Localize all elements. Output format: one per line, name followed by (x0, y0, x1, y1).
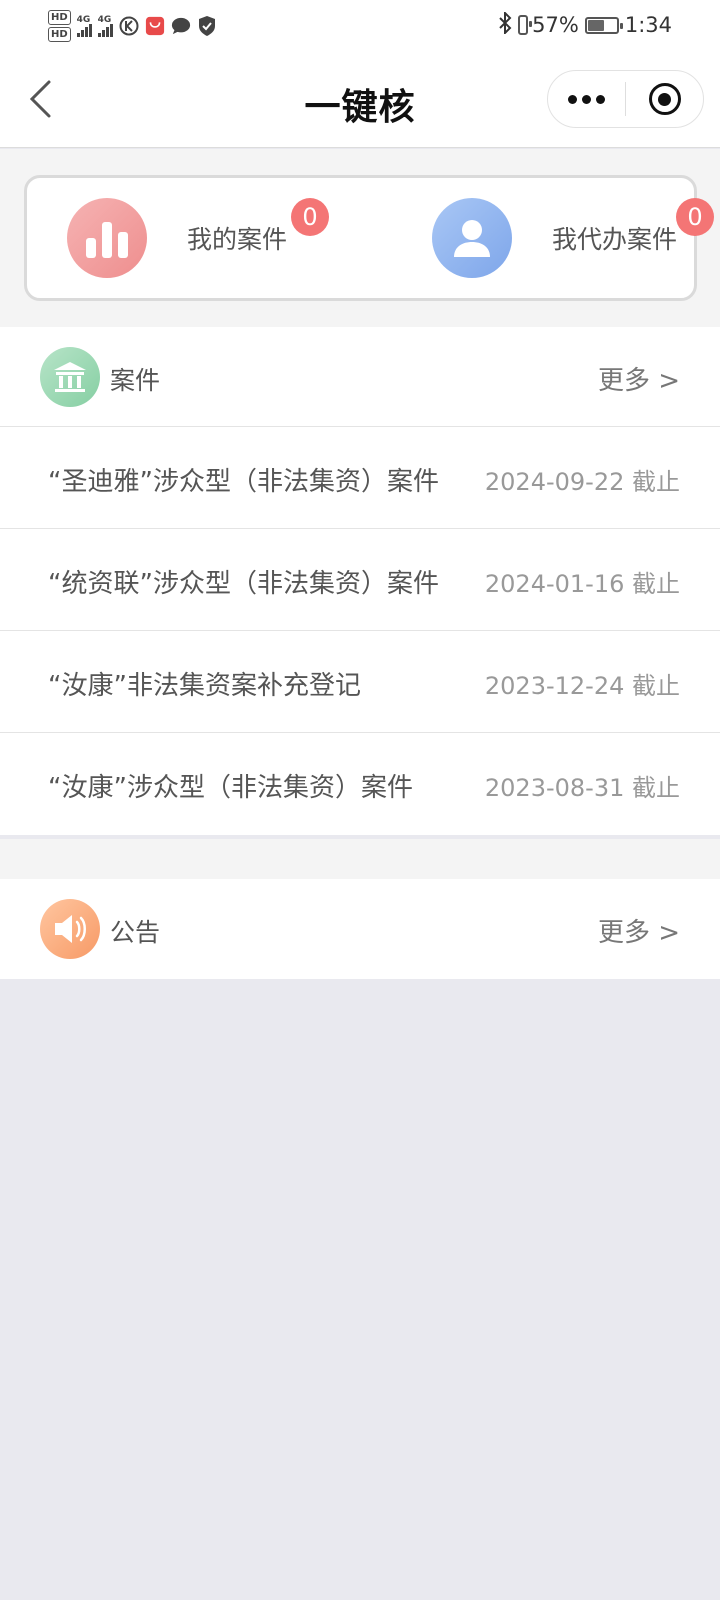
signal-icon: 4G (76, 15, 92, 37)
status-bar: HD HD 4G 4G 57% 1:34 (0, 0, 720, 50)
notices-title: 公告 (110, 918, 161, 947)
message-icon (171, 16, 191, 36)
case-row[interactable]: “汝康”非法集资案补充登记 2023-12-24 截止 (0, 631, 720, 733)
hd-indicators: HD HD (48, 10, 71, 42)
target-icon (648, 83, 681, 115)
case-title: “汝康”涉众型（非法集资）案件 (48, 773, 413, 803)
network-type-2: 4G (97, 15, 112, 25)
my-cases-entry[interactable]: 我的案件 (67, 178, 287, 298)
more-button[interactable] (548, 71, 625, 127)
more-dots-icon (568, 94, 605, 104)
nav-bar: 一键核 (0, 50, 720, 148)
my-cases-badge: 0 (291, 198, 329, 236)
shopping-app-icon (145, 16, 165, 36)
case-title: “汝康”非法集资案补充登记 (48, 671, 361, 701)
case-row[interactable]: “汝康”涉众型（非法集资）案件 2023-08-31 截止 (0, 733, 720, 835)
battery-percent: 57% (532, 13, 579, 37)
case-title: “圣迪雅”涉众型（非法集资）案件 (48, 467, 439, 497)
clock: 1:34 (624, 13, 672, 37)
bank-icon (40, 347, 100, 407)
case-deadline: 2023-12-24 截止 (484, 672, 680, 700)
case-row[interactable]: “统资联”涉众型（非法集资）案件 2024-01-16 截止 (0, 529, 720, 631)
quick-entry-area: 我的案件 0 我代办案件 0 (0, 149, 720, 327)
user-icon (432, 198, 512, 278)
case-deadline: 2024-01-16 截止 (484, 570, 680, 598)
battery-level-icon (584, 16, 623, 34)
quick-entry-card: 我的案件 0 我代办案件 0 (24, 175, 714, 301)
cases-header: 案件 更多 > (0, 327, 720, 427)
mini-program-capsule (547, 70, 704, 128)
section-gap (0, 839, 720, 879)
network-type-1: 4G (76, 15, 91, 25)
shield-icon (197, 16, 217, 36)
cases-more-link[interactable]: 更多 > (598, 360, 680, 397)
bluetooth-icon (498, 10, 512, 39)
status-right: 57% 1:34 (498, 8, 672, 42)
cases-title: 案件 (110, 366, 161, 395)
k-app-icon (119, 16, 139, 36)
cases-section: 案件 更多 > “圣迪雅”涉众型（非法集资）案件 2024-09-22 截止 “… (0, 327, 720, 835)
case-deadline: 2023-08-31 截止 (484, 774, 680, 802)
notices-section: 公告 更多 > (0, 879, 720, 979)
notices-header: 公告 更多 > (0, 879, 720, 979)
close-button[interactable] (626, 71, 703, 127)
case-row[interactable]: “圣迪雅”涉众型（非法集资）案件 2024-09-22 截止 (0, 427, 720, 529)
case-title: “统资联”涉众型（非法集资）案件 (48, 569, 439, 599)
agent-cases-label: 我代办案件 (552, 225, 678, 254)
hd-badge-1: HD (48, 10, 71, 25)
bar-chart-icon (67, 198, 147, 278)
signal-icon: 4G (97, 15, 113, 37)
my-cases-label: 我的案件 (187, 225, 288, 254)
agent-cases-entry[interactable]: 我代办案件 (432, 178, 677, 298)
agent-cases-badge: 0 (676, 198, 714, 236)
case-deadline: 2024-09-22 截止 (484, 468, 680, 496)
notices-more-link[interactable]: 更多 > (598, 912, 680, 949)
status-left: HD HD 4G 4G (48, 6, 217, 46)
speaker-icon (40, 899, 100, 959)
hd-badge-2: HD (48, 27, 71, 42)
battery-icon (518, 15, 533, 35)
